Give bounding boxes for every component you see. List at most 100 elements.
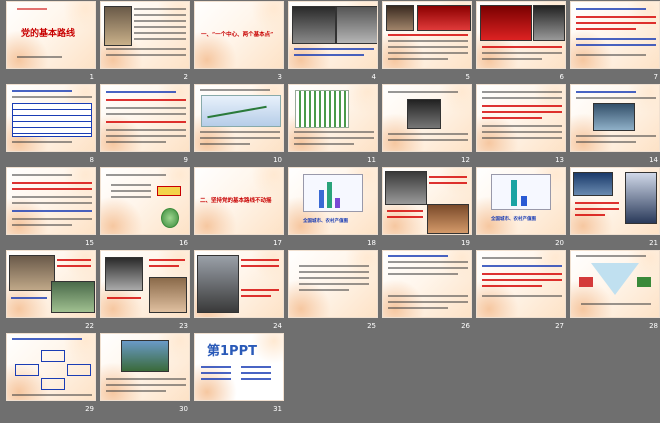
slide-thumb-24[interactable]: 24 [194,250,288,340]
slide-thumb-9[interactable]: 9 [100,84,194,174]
slide-number: 29 [85,405,94,413]
slide-7-canvas [570,1,660,69]
slide-thumb-22[interactable]: 22 [6,250,100,340]
decor-circle [161,208,179,228]
slide-11-canvas [288,84,378,152]
slide-number: 20 [555,239,564,247]
photo-congress [417,5,471,31]
slide-number: 24 [273,322,282,330]
slide-thumb-10[interactable]: 10 [194,84,288,174]
slide-thumb-12[interactable]: 12 [382,84,476,174]
slide-number: 4 [371,73,376,81]
slide-1-title: 党的基本路线 [21,29,76,39]
diagram-box-left [15,364,39,376]
funnel-shape [591,263,639,295]
slide-thumb-15[interactable]: 15 [6,167,100,257]
slide-17-canvas: 二、坚持党的基本路线不动摇 [194,167,284,235]
slide-number: 23 [179,322,188,330]
slide-thumb-11[interactable]: 11 [288,84,382,174]
photo-woman [625,172,657,224]
slide-thumb-2[interactable]: 2 [100,1,194,91]
slide-3-title: 一、“一个中心、两个基本点” [201,32,274,38]
slide-thumb-1[interactable]: 党的基本路线 1 [6,1,100,91]
photo-meeting [292,6,336,44]
slide-thumb-17[interactable]: 二、坚持党的基本路线不动摇 17 [194,167,288,257]
slide-number: 22 [85,322,94,330]
slide-number: 14 [649,156,658,164]
slide-26-canvas [382,250,472,318]
slide-thumb-18[interactable]: 全国城市、农村产值图 18 [288,167,382,257]
slide-number: 1 [89,73,94,81]
slide-6-canvas [476,1,566,69]
photo-child [149,277,187,313]
photo-road [197,255,239,313]
photo-speaker [533,5,565,41]
diagram-box-top [41,350,65,362]
slide-number: 26 [461,322,470,330]
slide-thumb-20[interactable]: 全国城市、农村产值图 20 [476,167,570,257]
highlight-box [157,186,181,196]
slide-thumb-8[interactable]: 8 [6,84,100,174]
slide-thumb-21[interactable]: 21 [570,167,660,257]
slide-number: 30 [179,405,188,413]
diagram-box-right [67,364,91,376]
slide-20-caption: 全国城市、农村产值图 [491,217,536,222]
slide-number: 19 [461,239,470,247]
slide-20-canvas: 全国城市、农村产值图 [476,167,566,235]
slide-30-canvas [100,333,190,401]
slide-31-canvas: 第1PPT [194,333,284,401]
slide-thumb-16[interactable]: 16 [100,167,194,257]
slide-number: 9 [183,156,188,164]
photo-building [593,103,635,131]
slide-21-canvas [570,167,660,235]
slide-number: 11 [367,156,376,164]
slide-27-canvas [476,250,566,318]
slide-thumb-19[interactable]: 19 [382,167,476,257]
left-arrow-box [579,277,593,287]
slide-number: 3 [277,73,282,81]
chart-green-bars [295,90,349,128]
slide-9-canvas [100,84,190,152]
slide-number: 28 [649,322,658,330]
slide-number: 6 [559,73,564,81]
slide-thumb-23[interactable]: 23 [100,250,194,340]
photo-street [9,255,55,291]
slide-19-canvas [382,167,472,235]
slide-thumb-26[interactable]: 26 [382,250,476,340]
slide-thumb-27[interactable]: 27 [476,250,570,340]
slide-25-canvas [288,250,378,318]
slide-thumb-5[interactable]: 5 [382,1,476,91]
slide-14-canvas [570,84,660,152]
slide-number: 15 [85,239,94,247]
slide-thumb-3[interactable]: 一、“一个中心、两个基本点” 3 [194,1,288,91]
slide-29-canvas [6,333,96,401]
right-arrow-box [637,277,651,287]
slide-12-canvas [382,84,472,152]
photo-city [51,281,95,313]
photo-person [407,99,441,129]
slide-thumb-7[interactable]: 7 [570,1,660,91]
slide-10-canvas [194,84,284,152]
photo-elder [105,257,143,291]
slide-thumb-4[interactable]: 4 [288,1,382,91]
slide-number: 25 [367,322,376,330]
photo-hall [480,5,532,41]
slide-5-canvas [382,1,472,69]
slide-thumb-25[interactable]: 25 [288,250,382,340]
slide-thumb-14[interactable]: 14 [570,84,660,174]
slide-1-canvas: 党的基本路线 [6,1,96,69]
slide-16-canvas [100,167,190,235]
slide-18-canvas: 全国城市、农村产值图 [288,167,378,235]
table-grid [12,103,92,137]
slide-number: 18 [367,239,376,247]
photo-room [104,6,132,46]
slide-thumb-28[interactable]: 28 [570,250,660,340]
slide-number: 12 [461,156,470,164]
slide-22-canvas [6,250,96,318]
slide-number: 31 [273,405,282,413]
slide-thumb-13[interactable]: 13 [476,84,570,174]
slide-thumb-6[interactable]: 6 [476,1,570,91]
slide-8-canvas [6,84,96,152]
logo-text: 第1PPT [207,344,257,359]
slide-number: 8 [89,156,94,164]
